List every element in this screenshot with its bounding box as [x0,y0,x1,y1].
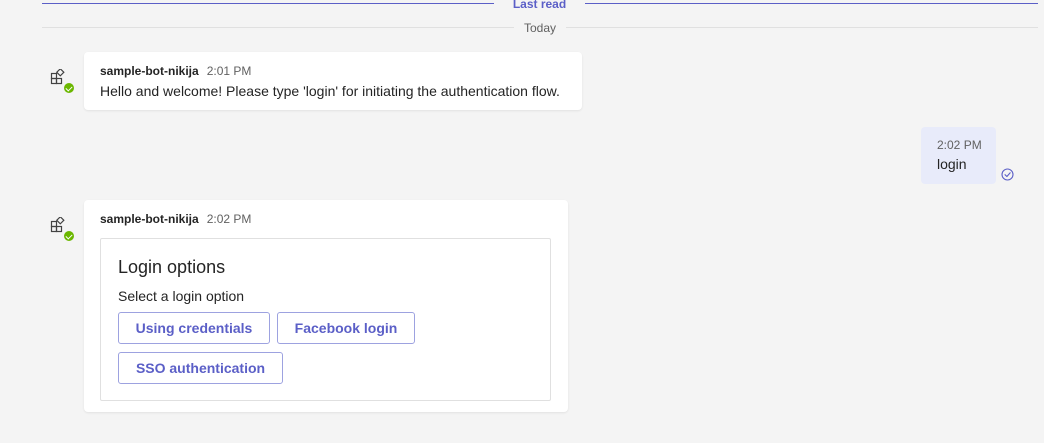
card-text: Select a login option [118,288,245,304]
last-read-label: Last read [512,0,567,11]
adaptive-card: Login options Select a login option Usin… [100,238,551,401]
message-header: sample-bot-nikija 2:02 PM [100,212,251,226]
read-receipt-icon [1001,168,1014,181]
facebook-login-button[interactable]: Facebook login [277,312,415,344]
message-time: 2:02 PM [937,138,982,152]
bot-apps-icon [50,217,65,233]
chat-pane: Last read Today sample-bot-nikija 2:01 PM… [0,0,1044,443]
message-time: 2:02 PM [206,212,252,226]
presence-available-icon [63,230,75,242]
bot-apps-icon [50,69,65,85]
sso-authentication-button[interactable]: SSO authentication [118,352,283,384]
sender-name[interactable]: sample-bot-nikija [100,212,199,226]
last-read-line-right [585,3,1038,4]
message-time: 2:01 PM [206,64,252,78]
avatar[interactable] [48,69,75,95]
today-divider-label: Today [514,21,566,35]
message-text: login [937,156,967,172]
message-text: Hello and welcome! Please type 'login' f… [100,83,560,99]
message-header: sample-bot-nikija 2:01 PM [100,64,251,78]
bot-card-message: sample-bot-nikija 2:02 PM Login options S… [84,200,568,412]
card-title: Login options [118,257,226,277]
last-read-line-left [42,3,494,4]
bot-message: sample-bot-nikija 2:01 PM Hello and welco… [84,52,582,110]
avatar[interactable] [48,217,75,243]
sender-name[interactable]: sample-bot-nikija [100,64,199,78]
presence-available-icon [63,82,75,94]
my-message: 2:02 PM login [921,127,996,184]
using-credentials-button[interactable]: Using credentials [118,312,270,344]
